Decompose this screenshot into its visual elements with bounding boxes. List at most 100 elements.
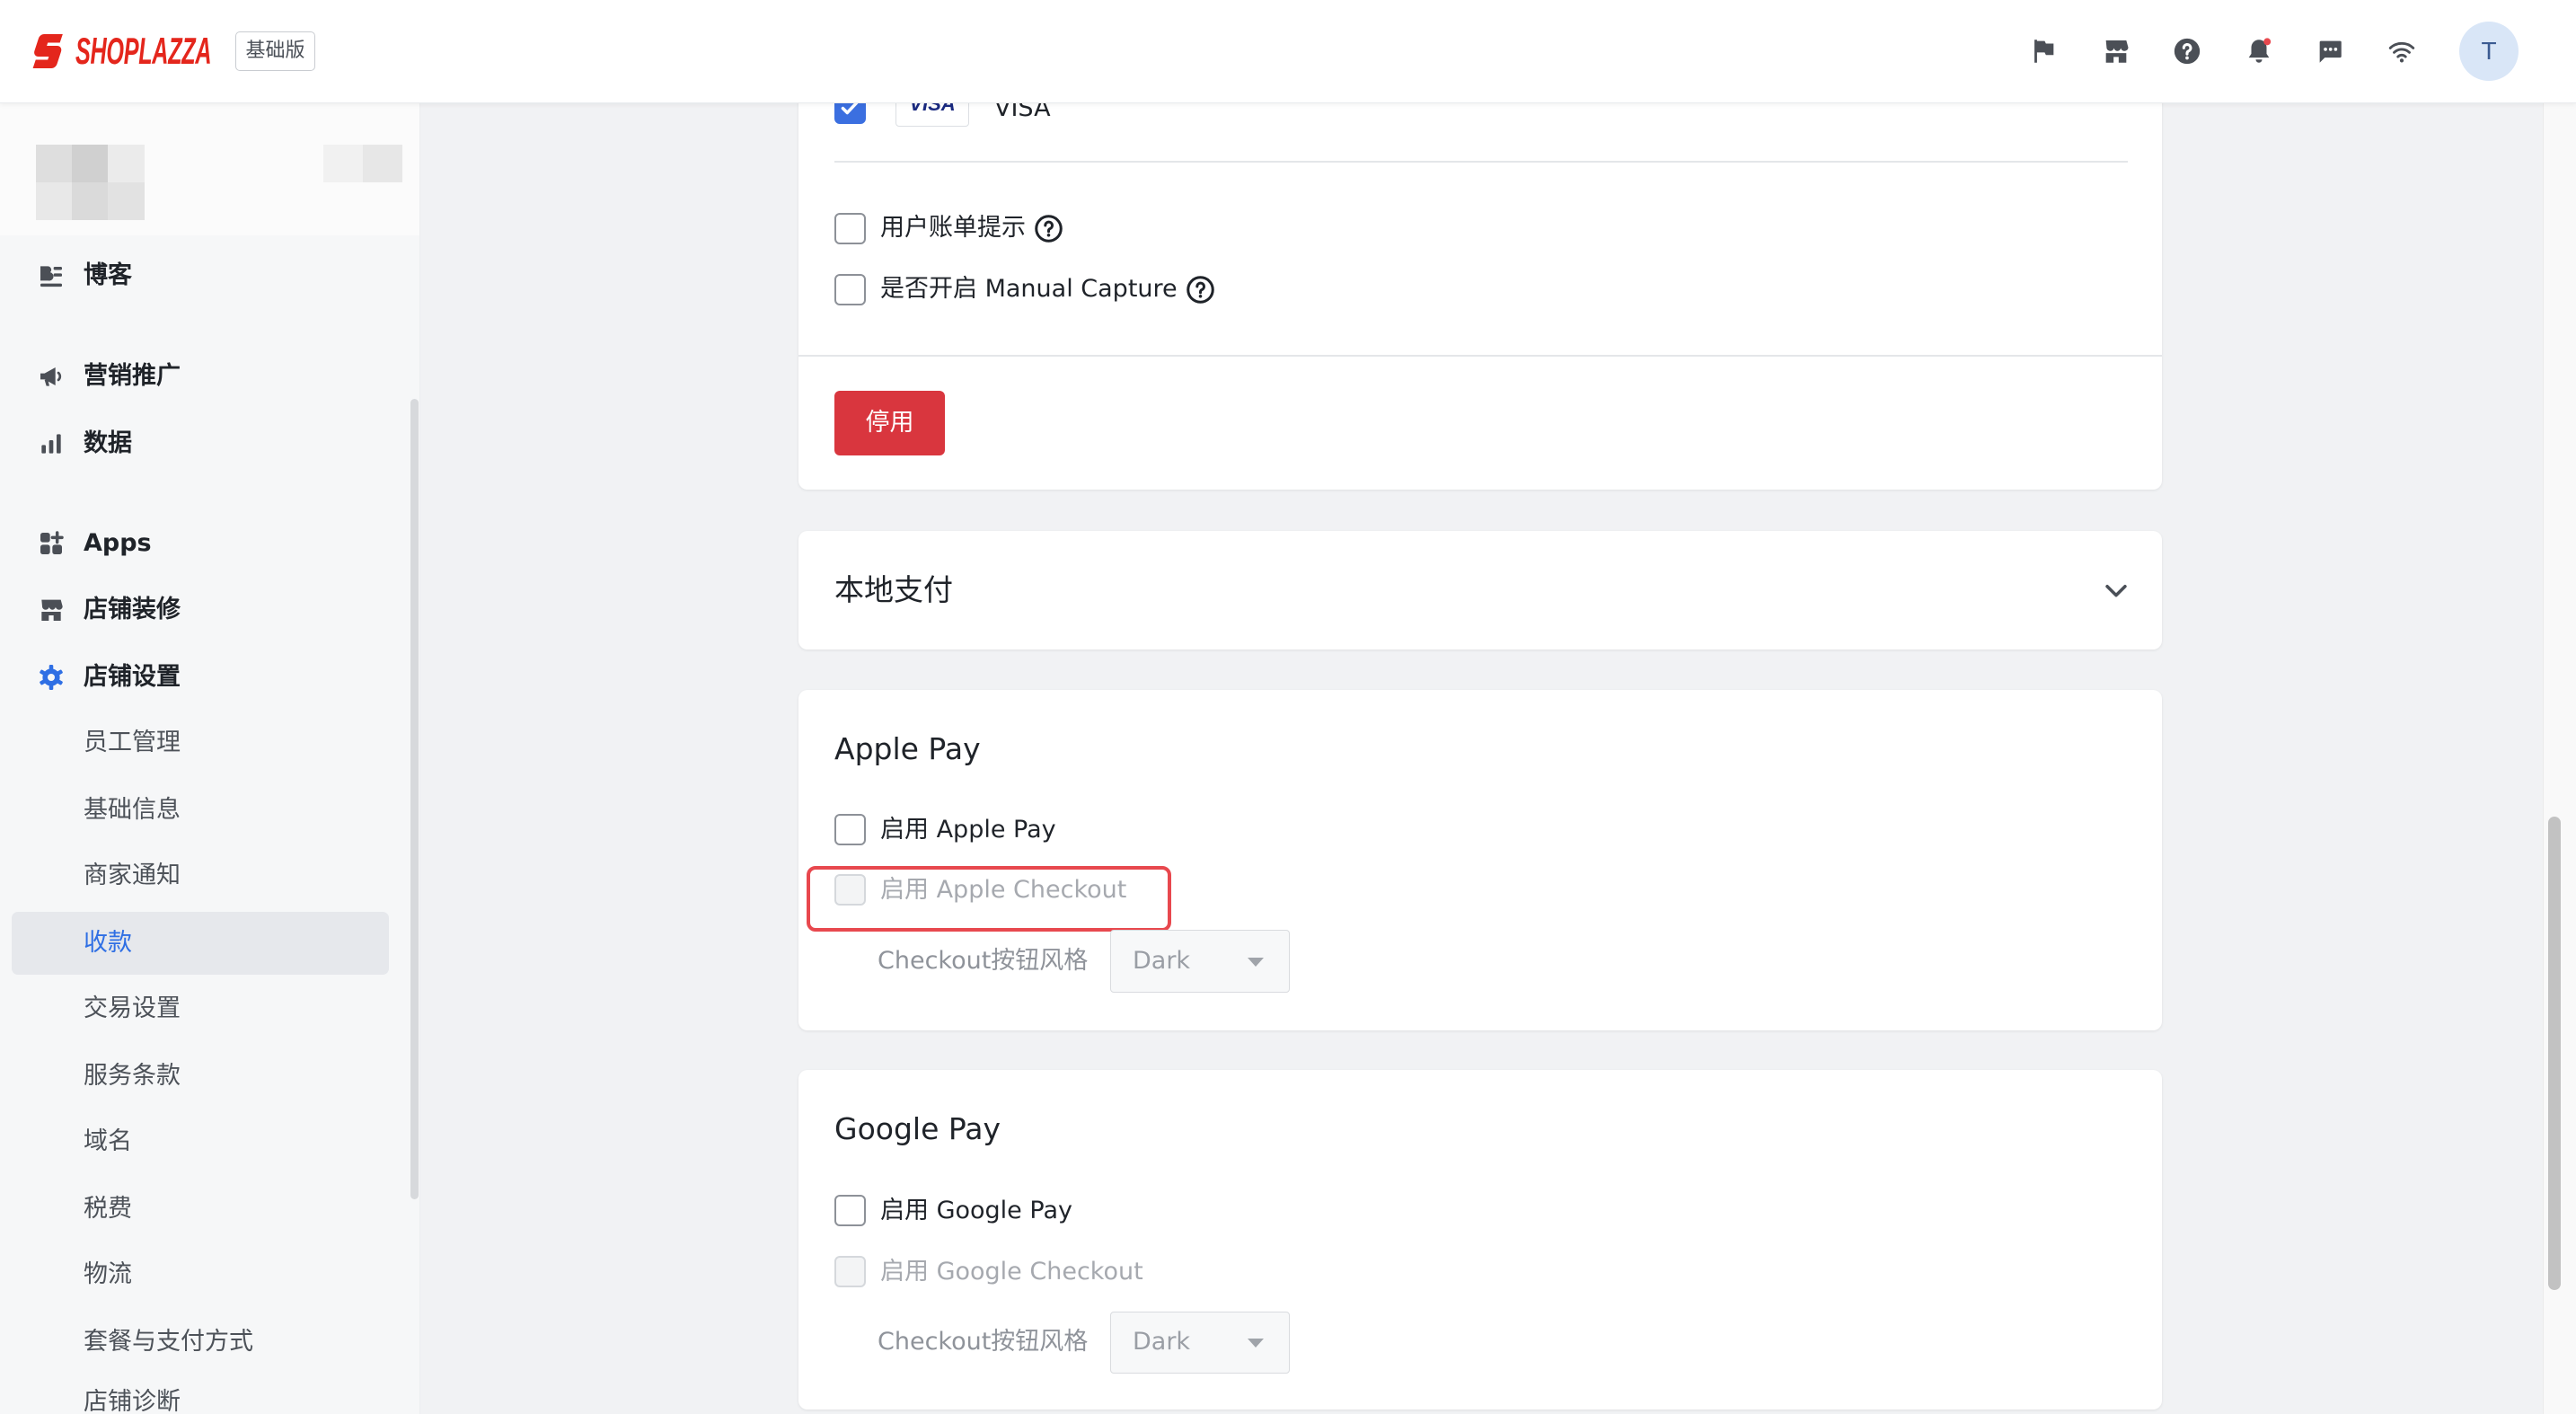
local-payment-card[interactable]: 本地支付	[798, 531, 2162, 650]
help-circle-icon[interactable]	[1186, 275, 1215, 305]
sidebar-scrollbar[interactable]	[410, 399, 419, 1199]
blurred-store-avatar	[72, 145, 108, 182]
store-icon	[2105, 40, 2129, 63]
manual-capture-checkbox[interactable]	[834, 274, 866, 305]
sidebar-subitem-label: 交易设置	[84, 994, 181, 1022]
google-button-style-select[interactable]: Dark	[1110, 1312, 1290, 1374]
blurred-store-avatar	[108, 182, 145, 220]
flag-button[interactable]	[2024, 31, 2063, 71]
enable-google-pay-checkbox[interactable]	[834, 1195, 866, 1226]
sidebar-subitem-label: 税费	[84, 1195, 132, 1223]
megaphone-icon	[40, 367, 62, 386]
main-content: VISA VISA 用户账单提示 是否开启 Manual Capture 停用	[420, 0, 2543, 1414]
sidebar-item-label: 店铺设置	[84, 663, 181, 691]
store-button[interactable]	[2096, 31, 2136, 71]
sidebar-subitem-diagnostics[interactable]: 店铺诊断	[12, 1374, 389, 1414]
sidebar-subitem-label: 收款	[84, 929, 132, 957]
select-value: Dark	[1133, 947, 1191, 975]
shoplazza-logo-icon	[32, 34, 63, 68]
messages-button[interactable]	[2310, 31, 2350, 71]
brand-name: SHOPLAZZA	[75, 30, 212, 72]
sidebar-subitem-payments[interactable]: 收款	[12, 912, 389, 975]
avatar[interactable]: T	[2459, 22, 2519, 81]
billing-hint-label: 用户账单提示	[880, 210, 1063, 246]
google-button-style-label: Checkout按钮风格	[878, 1328, 1089, 1356]
enable-google-checkout-label: 启用 Google Checkout	[880, 1258, 1143, 1286]
page-scrollbar-thumb[interactable]	[2548, 817, 2561, 1290]
page-scrollbar-track[interactable]	[2543, 103, 2576, 1414]
help-icon	[2174, 38, 2201, 65]
sidebar-subitem-label: 套餐与支付方式	[84, 1328, 253, 1356]
sidebar-subitem-label: 员工管理	[84, 729, 181, 756]
sidebar-subitem-label: 服务条款	[84, 1062, 181, 1090]
blurred-store-avatar	[72, 182, 108, 220]
sidebar-subitem-label: 店铺诊断	[84, 1388, 181, 1414]
help-circle-icon[interactable]	[1034, 214, 1063, 243]
sidebar-subitem-plans[interactable]: 套餐与支付方式	[12, 1311, 389, 1374]
apple-pay-card: Apple Pay 启用 Apple Pay 启用 Apple Checkout…	[798, 690, 2162, 1030]
sidebar-item-marketing[interactable]: 营销推广	[12, 345, 389, 408]
enable-google-pay-label: 启用 Google Pay	[880, 1197, 1072, 1224]
caret-down-icon	[1248, 958, 1264, 967]
sidebar-subitem-label: 商家通知	[84, 862, 181, 889]
help-button[interactable]	[2167, 31, 2207, 71]
sidebar-subitem-label: 域名	[84, 1127, 132, 1155]
sidebar: 博客 营销推广 数据 Apps 店铺装修 店铺设置 员工管理 基础信息 商家通知…	[0, 0, 420, 1414]
sidebar-item-label: 数据	[84, 429, 132, 457]
sidebar-item-blog[interactable]: 博客	[12, 244, 389, 307]
section-divider	[798, 355, 2162, 357]
select-value: Dark	[1133, 1328, 1191, 1356]
manual-capture-label: 是否开启 Manual Capture	[880, 271, 1215, 307]
chat-icon	[2319, 40, 2342, 63]
blurred-store-name	[363, 145, 402, 182]
avatar-initial: T	[2481, 37, 2497, 65]
notification-dot	[2263, 38, 2272, 46]
apple-pay-title: Apple Pay	[834, 731, 981, 766]
sidebar-item-analytics[interactable]: 数据	[12, 412, 389, 475]
disable-button[interactable]: 停用	[834, 391, 945, 455]
store-info-placeholder[interactable]	[0, 103, 419, 235]
sidebar-item-apps[interactable]: Apps	[12, 512, 389, 575]
enable-apple-checkout-checkbox[interactable]	[834, 874, 866, 906]
sidebar-subitem-terms[interactable]: 服务条款	[12, 1045, 389, 1108]
apple-button-style-label: Checkout按钮风格	[878, 947, 1089, 975]
shoplazza-logo[interactable]: SHOPLAZZA	[30, 27, 223, 77]
plan-badge: 基础版	[235, 31, 315, 71]
network-button[interactable]	[2382, 31, 2422, 71]
apps-icon	[40, 531, 64, 554]
manual-capture-text: 是否开启 Manual Capture	[880, 275, 1178, 303]
google-pay-title: Google Pay	[834, 1111, 1001, 1146]
bar-chart-icon	[41, 434, 61, 454]
sidebar-item-label: Apps	[84, 529, 152, 557]
blurred-store-avatar	[36, 145, 72, 182]
blurred-store-name	[323, 145, 363, 182]
sidebar-subitem-shipping[interactable]: 物流	[12, 1243, 389, 1306]
enable-apple-checkout-label: 启用 Apple Checkout	[880, 876, 1127, 904]
sidebar-item-label: 店铺装修	[84, 596, 181, 623]
sidebar-subitem-checkout-settings[interactable]: 交易设置	[12, 977, 389, 1040]
caret-down-icon	[1248, 1339, 1264, 1348]
storefront-icon	[41, 599, 63, 621]
sidebar-subitem-taxes[interactable]: 税费	[12, 1178, 389, 1241]
enable-google-checkout-checkbox[interactable]	[834, 1256, 866, 1287]
sidebar-subitem-basic-info[interactable]: 基础信息	[12, 779, 389, 842]
blurred-store-avatar	[36, 182, 72, 220]
flag-icon	[2034, 40, 2054, 63]
sidebar-item-label: 博客	[84, 261, 132, 289]
enable-apple-pay-label: 启用 Apple Pay	[880, 816, 1056, 844]
top-bar: SHOPLAZZA 基础版 T	[0, 0, 2576, 103]
sidebar-item-store-settings[interactable]: 店铺设置	[12, 646, 389, 709]
sidebar-subitem-notifications[interactable]: 商家通知	[12, 844, 389, 907]
sidebar-subitem-staff[interactable]: 员工管理	[12, 711, 389, 774]
chevron-down-icon[interactable]	[2101, 575, 2131, 605]
notifications-button[interactable]	[2239, 31, 2279, 71]
sidebar-item-store-design[interactable]: 店铺装修	[12, 579, 389, 641]
blog-icon	[40, 266, 62, 287]
apple-button-style-select[interactable]: Dark	[1110, 930, 1290, 993]
bell-icon	[2248, 38, 2272, 63]
billing-hint-checkbox[interactable]	[834, 213, 866, 244]
sidebar-subitem-domains[interactable]: 域名	[12, 1110, 389, 1173]
enable-apple-pay-checkbox[interactable]	[834, 814, 866, 845]
sidebar-subitem-label: 物流	[84, 1260, 132, 1288]
divider	[834, 161, 2128, 163]
